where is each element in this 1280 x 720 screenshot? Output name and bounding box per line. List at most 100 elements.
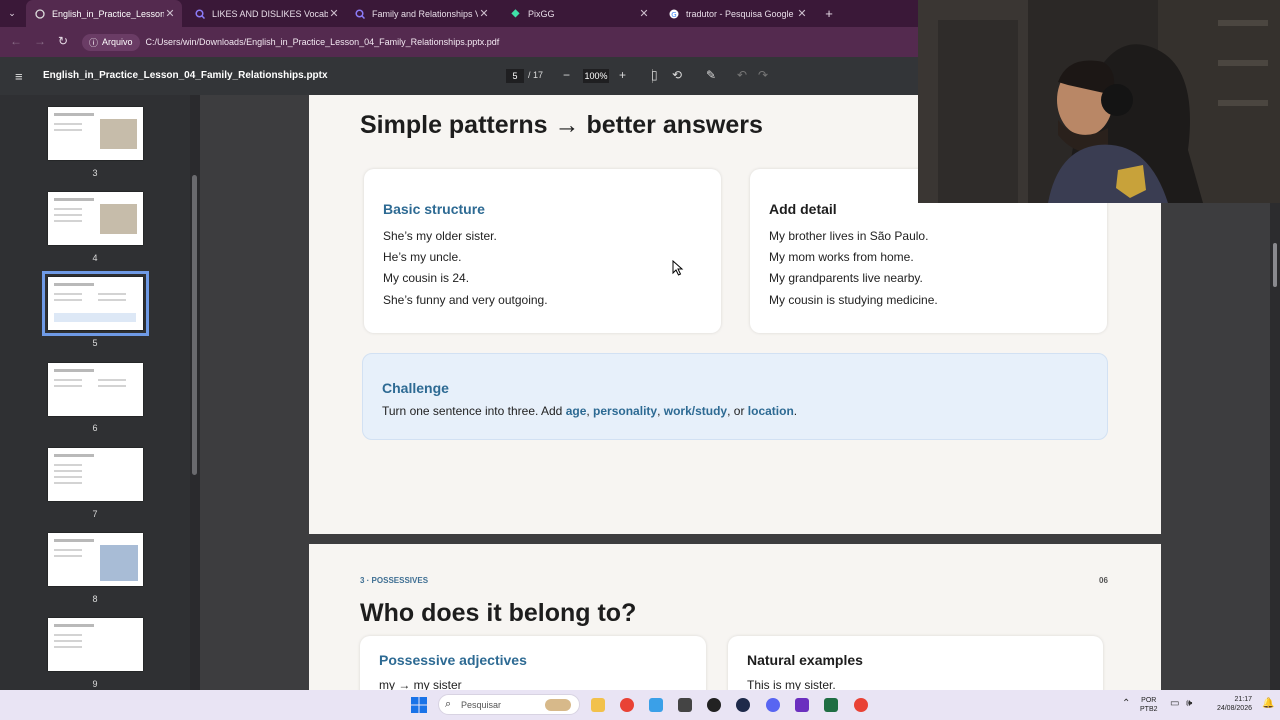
app-icon[interactable] (795, 698, 809, 712)
pdf-page-6: 3 · POSSESSIVES 06 Who does it belong to… (309, 544, 1161, 690)
back-icon[interactable]: ← (10, 34, 22, 48)
taskbar: ⌕ Pesquisar ⌃ POR PTB2 ▭ 🕪 21:17 24/08/2026… (0, 690, 1280, 720)
thumbnail-number: 4 (92, 253, 98, 263)
terminal-icon[interactable] (824, 698, 838, 712)
chevron-down-icon: ⌄ (8, 8, 16, 18)
example-line: my → my sister (379, 678, 462, 690)
page-total: / 17 (528, 70, 544, 80)
tab-likes-dislikes[interactable]: LIKES AND DISLIKES Vocabulary ✕ (190, 0, 346, 27)
search-icon: ⌕ (445, 698, 452, 710)
close-icon[interactable]: ✕ (164, 7, 176, 20)
thumbnail-page-8[interactable] (48, 533, 143, 586)
tab-title: tradutor - Pesquisa Google (686, 8, 794, 19)
clock[interactable]: 21:17 24/08/2026 (1206, 695, 1252, 713)
obs-icon[interactable] (707, 698, 721, 712)
chrome-icon[interactable] (620, 698, 634, 712)
new-tab-button[interactable]: + (822, 0, 836, 27)
app-icon[interactable] (678, 698, 692, 712)
natural-examples-card: Natural examples This is my sister. (728, 636, 1103, 690)
thumbnail-number: 9 (92, 679, 98, 689)
file-explorer-icon[interactable] (591, 698, 605, 712)
tab-tradutor[interactable]: G tradutor - Pesquisa Google ✕ (664, 0, 814, 27)
tab-title: PixGG (528, 8, 555, 19)
tab-pixgg[interactable]: ◆ PixGG ✕ (506, 0, 656, 27)
card-title: Possessive adjectives (379, 652, 527, 668)
basic-structure-card: Basic structure She’s my older sister. H… (364, 169, 721, 333)
site-info-chip[interactable]: ⓘ Arquivo (82, 33, 140, 51)
example-line: My mom works from home. (769, 250, 914, 264)
notifications-icon[interactable]: 🔔 (1262, 698, 1274, 709)
thumbnail-page-4[interactable] (48, 192, 143, 245)
thumbnail-number: 7 (92, 509, 98, 519)
app-icon[interactable] (736, 698, 750, 712)
document-title: English_in_Practice_Lesson_04_Family_Rel… (43, 70, 328, 81)
chrome-icon[interactable] (854, 698, 868, 712)
rotate-icon[interactable]: ⟲ (672, 68, 682, 82)
svg-text:G: G (671, 11, 676, 19)
search-icon (354, 8, 365, 19)
example-line: My cousin is 24. (383, 271, 470, 285)
thumbnail-page-3[interactable] (48, 107, 143, 160)
example-line: My cousin is studying medicine. (769, 293, 938, 307)
tab-search-button[interactable]: ⌄ (4, 0, 20, 27)
close-icon[interactable]: ✕ (638, 7, 650, 20)
zoom-in-button[interactable]: + (619, 68, 626, 82)
tab-title: English_in_Practice_Lesson_04_Family_Rel… (52, 8, 164, 19)
slide-title: Simple patterns → better answers (360, 111, 763, 139)
zoom-out-button[interactable]: − (563, 68, 570, 82)
example-line: This is my sister. (747, 678, 836, 690)
thumbnail-page-7[interactable] (48, 448, 143, 501)
section-label: 3 · POSSESSIVES (360, 576, 429, 585)
page-number-input[interactable]: 5 (506, 69, 524, 83)
thumbnail-number: 5 (92, 338, 98, 348)
thumbnail-page-6[interactable] (48, 363, 143, 416)
search-placeholder: Pesquisar (461, 700, 502, 710)
windows-start-icon[interactable] (411, 697, 427, 713)
undo-icon[interactable]: ↶ (737, 68, 747, 82)
forward-icon[interactable]: → (34, 34, 46, 48)
thumbnail-number: 8 (92, 594, 98, 604)
sidebar-scrollbar[interactable] (190, 95, 200, 690)
slide-number: 06 (1099, 576, 1108, 585)
close-icon[interactable]: ✕ (328, 7, 340, 20)
close-icon[interactable]: ✕ (796, 7, 808, 20)
challenge-box: Challenge Turn one sentence into three. … (362, 353, 1108, 440)
zoom-level[interactable]: 100% (583, 69, 609, 83)
discord-icon[interactable] (766, 698, 780, 712)
card-title: Add detail (769, 201, 837, 217)
menu-icon[interactable]: ≡ (15, 69, 23, 84)
thumbnail-number: 3 (92, 168, 98, 178)
language-indicator[interactable]: POR PTB2 (1140, 696, 1158, 714)
tab-title: LIKES AND DISLIKES Vocabulary (212, 8, 328, 19)
tab-title: Family and Relationships Vocabulary (372, 8, 478, 19)
webcam-overlay (918, 0, 1280, 203)
annotate-icon[interactable]: ✎ (706, 68, 716, 82)
taskbar-search[interactable]: ⌕ Pesquisar (438, 694, 580, 715)
thumbnail-sidebar: 3 4 5 6 7 8 9 (0, 95, 190, 690)
app-icon[interactable] (649, 698, 663, 712)
example-line: My brother lives in São Paulo. (769, 229, 929, 243)
url-text: C:/Users/win/Downloads/English_in_Practi… (145, 37, 500, 47)
thumbnail-number: 6 (92, 423, 98, 433)
webcam-image (918, 0, 1280, 203)
close-icon[interactable]: ✕ (478, 7, 490, 20)
mouse-cursor-icon (672, 260, 684, 276)
info-icon: ⓘ (89, 37, 99, 48)
thumbnail-page-5[interactable] (42, 271, 149, 336)
fit-page-icon[interactable]: ▯ (651, 68, 658, 82)
google-icon: G (668, 8, 679, 19)
thumbnail-page-9[interactable] (48, 618, 143, 671)
redo-icon[interactable]: ↷ (758, 68, 768, 82)
volume-icon[interactable]: 🕪 (1186, 698, 1192, 709)
challenge-title: Challenge (382, 380, 449, 396)
pixgg-icon: ◆ (511, 8, 520, 19)
tab-lesson-pdf[interactable]: English_in_Practice_Lesson_04_Family_Rel… (26, 0, 182, 27)
challenge-text: Turn one sentence into three. Add age, p… (382, 404, 798, 418)
example-line: He’s my uncle. (383, 250, 462, 264)
reload-icon[interactable]: ↻ (58, 34, 68, 48)
chevron-up-icon[interactable]: ⌃ (1122, 698, 1130, 709)
slide-title: Who does it belong to? (360, 599, 637, 627)
card-title: Natural examples (747, 652, 863, 668)
tab-family-vocabulary[interactable]: Family and Relationships Vocabulary ✕ (350, 0, 496, 27)
network-icon[interactable]: ▭ (1170, 698, 1179, 709)
